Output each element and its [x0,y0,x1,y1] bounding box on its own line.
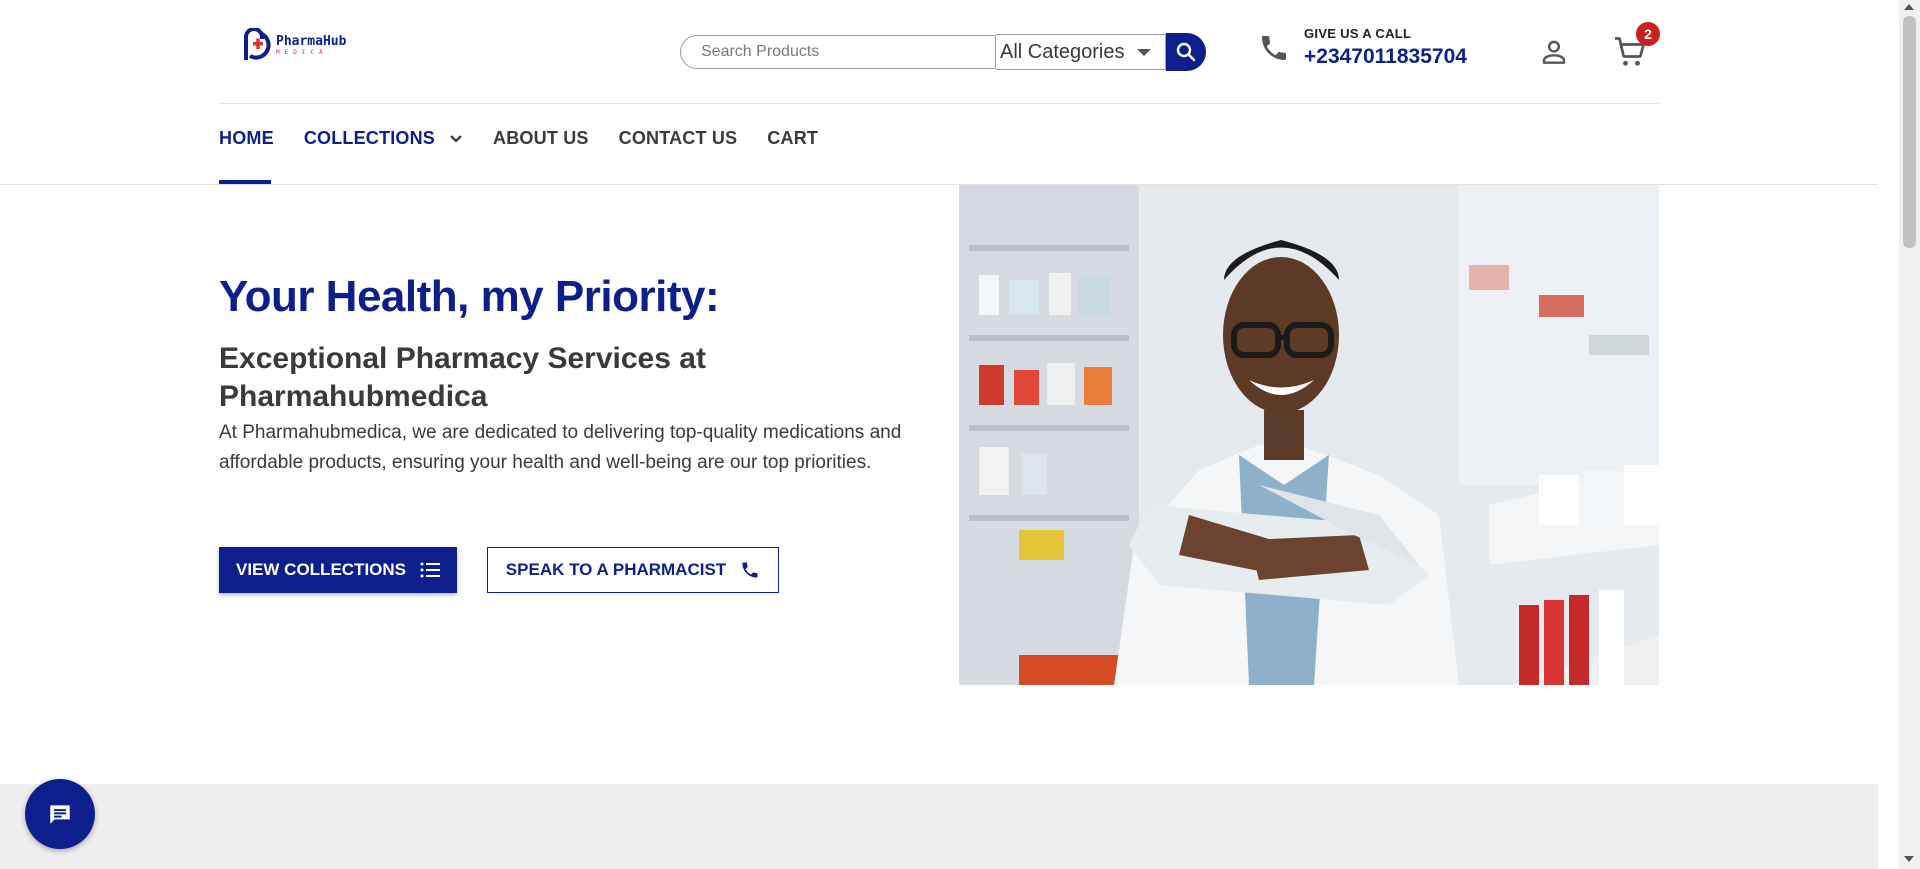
logo-name: PharmaHub [276,33,347,49]
scroll-up-arrow-icon[interactable] [1904,4,1914,10]
search-input[interactable] [680,35,996,69]
speak-to-pharmacist-button[interactable]: SPEAK TO A PHARMACIST [487,547,779,593]
next-section-band [0,784,1878,869]
category-select[interactable]: All Categories [996,34,1166,70]
site-logo[interactable]: PharmaHub MEDICA [240,27,347,62]
scroll-down-arrow-icon[interactable] [1904,856,1914,862]
list-icon [420,562,440,578]
hero-pharmacist-image [959,185,1659,685]
call-number-link[interactable]: +2347011835704 [1304,45,1467,69]
nav-item-collections-label: COLLECTIONS [303,128,436,148]
search-button[interactable] [1166,33,1206,71]
account-button[interactable] [1538,36,1570,73]
cart-count-badge: 2 [1636,22,1660,46]
hero-title: Your Health, my Priority: [219,272,720,321]
nav-item-collections[interactable]: COLLECTIONS [304,128,463,149]
search-bar: All Categories [680,33,1206,71]
category-select-value: All Categories [1000,40,1125,63]
call-label: GIVE US A CALL [1304,26,1412,41]
hero-subtitle: Exceptional Pharmacy Services at Pharmah… [219,342,706,413]
nav-item-cart[interactable]: CART [767,128,818,149]
chevron-down-icon [450,134,462,143]
hero-description: At Pharmahubmedica, we are dedicated to … [219,422,902,473]
call-info: GIVE US A CALL +2347011835704 [1258,26,1467,69]
speak-to-pharmacist-label: SPEAK TO A PHARMACIST [505,560,727,579]
phone-icon [1262,35,1286,60]
nav-item-home[interactable]: HOME [219,128,274,149]
view-collections-button[interactable]: VIEW COLLECTIONS [219,547,457,593]
nav-item-contact[interactable]: CONTACT US [619,128,738,149]
chat-icon [50,805,70,824]
phone-icon [742,562,758,578]
chevron-down-icon [1137,48,1151,56]
user-icon [1542,40,1566,64]
logo-mark-icon [240,27,272,62]
search-icon [1176,42,1196,62]
view-collections-label: VIEW COLLECTIONS [236,560,406,579]
scrollbar-thumb[interactable] [1903,16,1916,248]
chat-button[interactable] [25,779,95,849]
nav-item-about[interactable]: ABOUT US [493,128,589,149]
main-nav: HOME COLLECTIONS ABOUT US CONTACT US CAR… [219,128,848,149]
logo-subtitle: MEDICA [276,48,328,56]
header-divider [219,103,1659,104]
